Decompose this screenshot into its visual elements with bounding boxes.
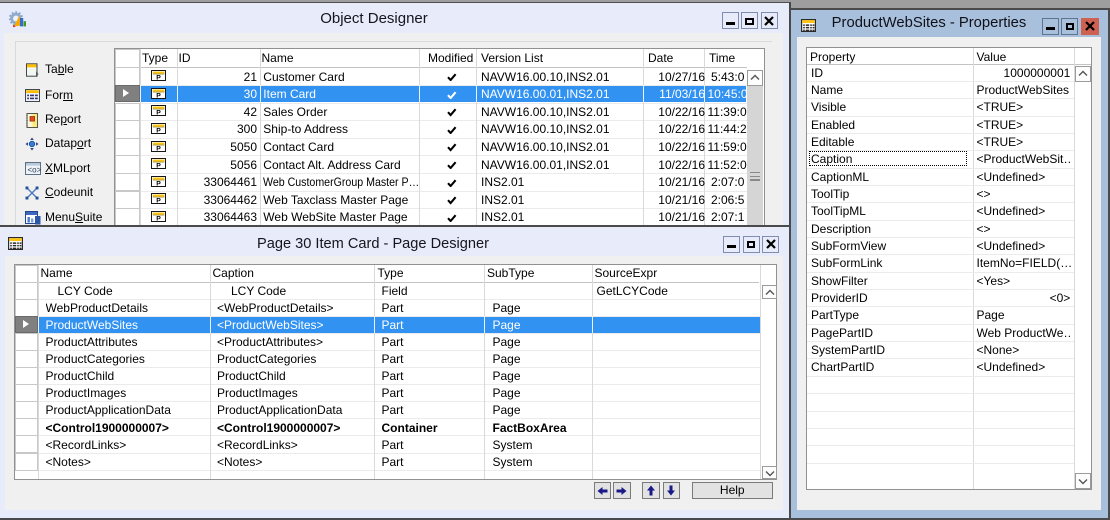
- svg-text:P: P: [156, 163, 161, 170]
- svg-text:P: P: [156, 198, 161, 205]
- svg-text:P: P: [156, 216, 161, 223]
- svg-text:<o>: <o>: [28, 165, 42, 174]
- svg-text:P: P: [156, 110, 161, 117]
- svg-text:P: P: [156, 180, 161, 187]
- svg-text:P: P: [156, 128, 161, 135]
- svg-text:P: P: [156, 145, 161, 152]
- svg-text:P: P: [156, 92, 161, 99]
- svg-text:P: P: [156, 75, 161, 82]
